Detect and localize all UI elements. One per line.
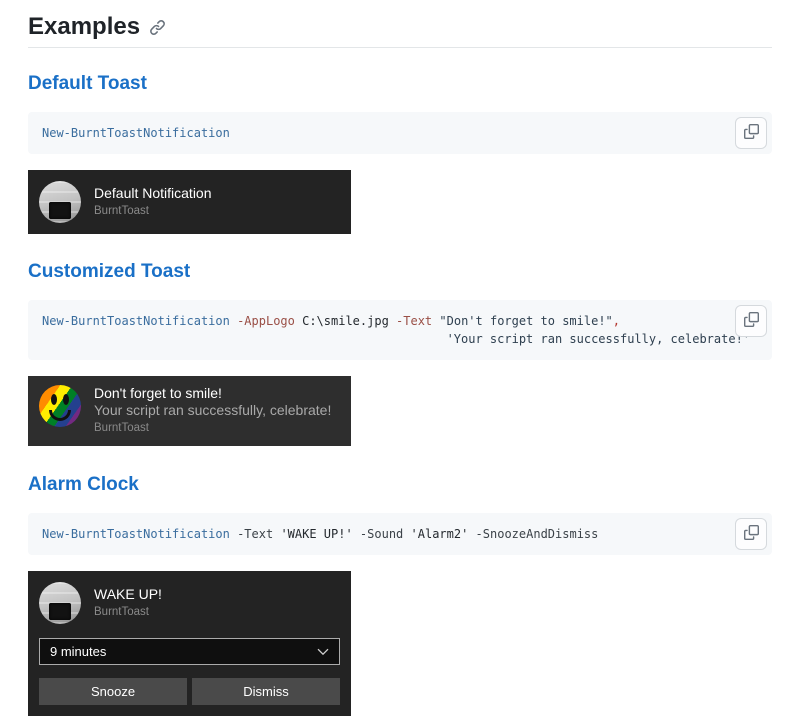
toast-title: WAKE UP! bbox=[94, 586, 162, 603]
section-heading-default-toast[interactable]: Default Toast bbox=[28, 72, 772, 96]
smiley-eye bbox=[63, 394, 69, 405]
toast-body: Your script ran successfully, celebrate! bbox=[94, 402, 331, 419]
copy-icon bbox=[744, 525, 759, 543]
code-token: -Text bbox=[396, 314, 432, 328]
section-heading-customized-toast[interactable]: Customized Toast bbox=[28, 260, 772, 284]
page-title: Examples bbox=[28, 0, 772, 42]
code-snippet: New-BurntToastNotification -AppLogo C:\s… bbox=[28, 300, 772, 360]
copy-icon bbox=[744, 312, 759, 330]
heading-divider bbox=[28, 47, 772, 48]
burnt-toast-image bbox=[49, 603, 71, 620]
code-token: New-BurntToastNotification bbox=[42, 527, 230, 541]
code-block-alarm: New-BurntToastNotification -Text 'WAKE U… bbox=[28, 513, 772, 555]
burnt-toast-image bbox=[49, 202, 71, 219]
code-token: 'Alarm2' bbox=[411, 527, 469, 541]
snooze-duration-select: 9 minutes bbox=[39, 638, 340, 665]
code-token: -AppLogo bbox=[237, 314, 295, 328]
toast-screenshot-default: Default Notification BurntToast bbox=[28, 170, 351, 234]
snooze-duration-value: 9 minutes bbox=[50, 644, 106, 659]
dismiss-button: Dismiss bbox=[192, 678, 340, 705]
copy-code-button[interactable] bbox=[735, 305, 767, 337]
smiley-eye bbox=[51, 394, 57, 405]
code-token: -Text bbox=[237, 527, 273, 541]
code-block-customized: New-BurntToastNotification -AppLogo C:\s… bbox=[28, 300, 772, 360]
code-block-default: New-BurntToastNotification bbox=[28, 112, 772, 154]
code-token: "Don't forget to smile!" bbox=[439, 314, 612, 328]
smiley-mouth bbox=[49, 410, 71, 421]
burnttoast-app-logo bbox=[39, 582, 81, 624]
link-icon[interactable] bbox=[149, 19, 166, 36]
toast-app-name: BurntToast bbox=[94, 421, 331, 436]
chevron-down-icon bbox=[317, 644, 329, 659]
code-token: -Sound bbox=[360, 527, 403, 541]
code-token: New-BurntToastNotification bbox=[42, 314, 230, 328]
toast-screenshot-alarm: WAKE UP! BurntToast 9 minutes Snooze Dis… bbox=[28, 571, 351, 716]
toast-title: Default Notification bbox=[94, 185, 212, 202]
code-snippet: New-BurntToastNotification bbox=[28, 112, 772, 154]
code-token: 'WAKE UP!' bbox=[280, 527, 352, 541]
rainbow-smiley-logo bbox=[39, 385, 81, 427]
toast-app-name: BurntToast bbox=[94, 204, 212, 219]
code-snippet: New-BurntToastNotification -Text 'WAKE U… bbox=[28, 513, 772, 555]
code-token: 'Your script ran successfully, celebrate… bbox=[447, 332, 750, 346]
snooze-button: Snooze bbox=[39, 678, 187, 705]
copy-icon bbox=[744, 124, 759, 142]
page-title-text: Examples bbox=[28, 12, 140, 42]
docs-page: Examples Default Toast New-BurntToastNot… bbox=[0, 0, 800, 716]
code-token: -SnoozeAndDismiss bbox=[476, 527, 599, 541]
code-token: New-BurntToastNotification bbox=[42, 126, 230, 140]
copy-code-button[interactable] bbox=[735, 518, 767, 550]
section-heading-alarm-clock[interactable]: Alarm Clock bbox=[28, 473, 772, 497]
toast-title: Don't forget to smile! bbox=[94, 385, 331, 402]
burnttoast-app-logo bbox=[39, 181, 81, 223]
copy-code-button[interactable] bbox=[735, 117, 767, 149]
toast-app-name: BurntToast bbox=[94, 605, 162, 620]
toast-screenshot-customized: Don't forget to smile! Your script ran s… bbox=[28, 376, 351, 446]
